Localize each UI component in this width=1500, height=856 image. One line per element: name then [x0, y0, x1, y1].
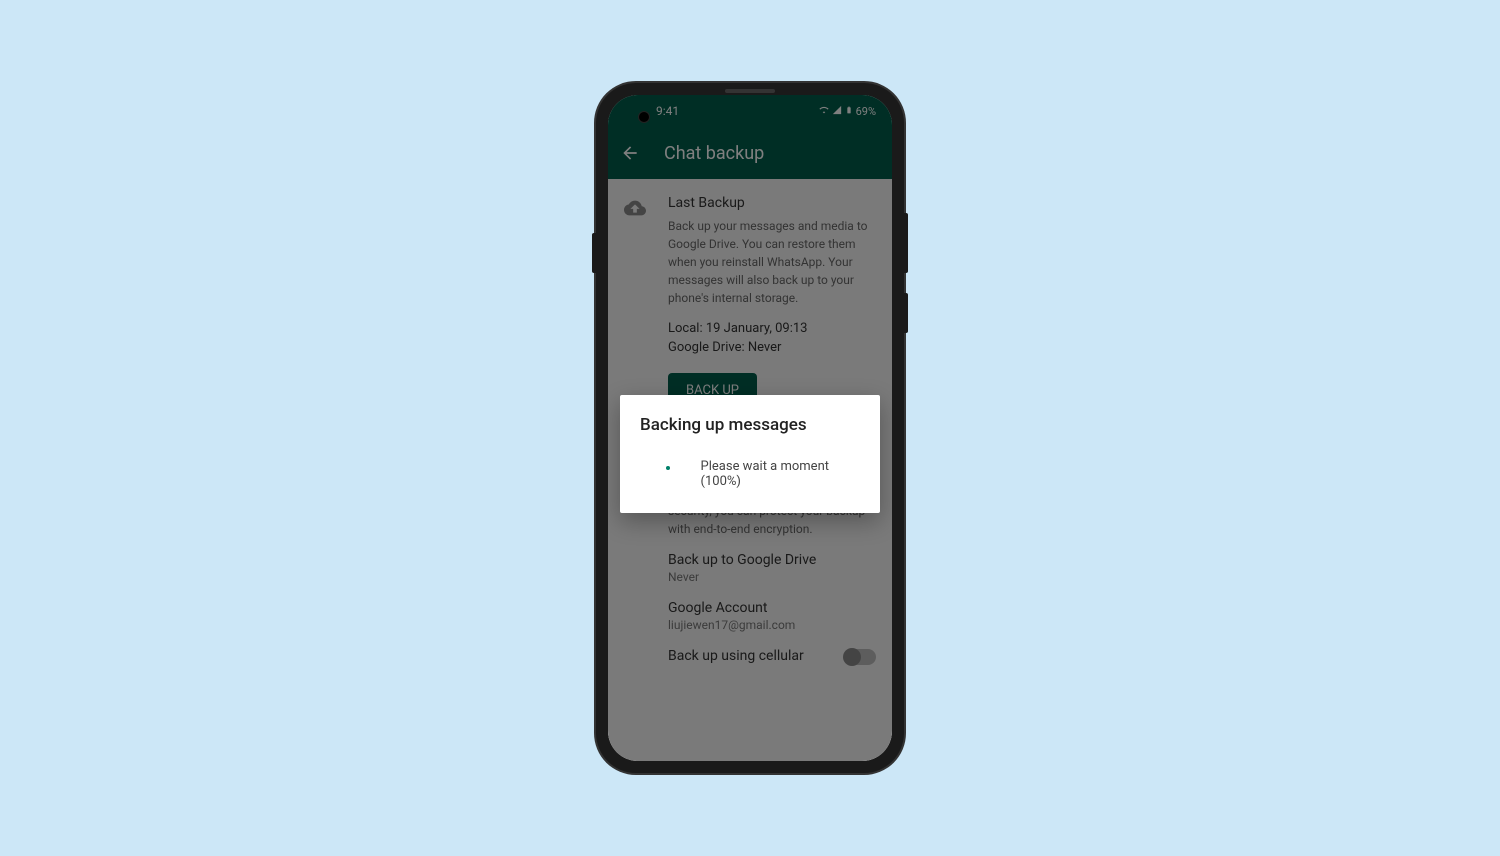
phone-side-button	[592, 233, 596, 273]
backup-progress-dialog: Backing up messages Please wait a moment…	[620, 395, 880, 513]
phone-screen: 9:41 69% Chat backup	[608, 95, 892, 761]
loading-spinner-icon	[658, 464, 677, 484]
dialog-progress-text: Please wait a moment (100%)	[701, 459, 860, 489]
phone-power-button	[904, 293, 908, 333]
phone-volume-button	[904, 213, 908, 273]
dialog-title: Backing up messages	[640, 415, 860, 435]
phone-camera	[638, 111, 650, 123]
phone-frame: 9:41 69% Chat backup	[596, 83, 904, 773]
phone-speaker	[725, 89, 775, 93]
